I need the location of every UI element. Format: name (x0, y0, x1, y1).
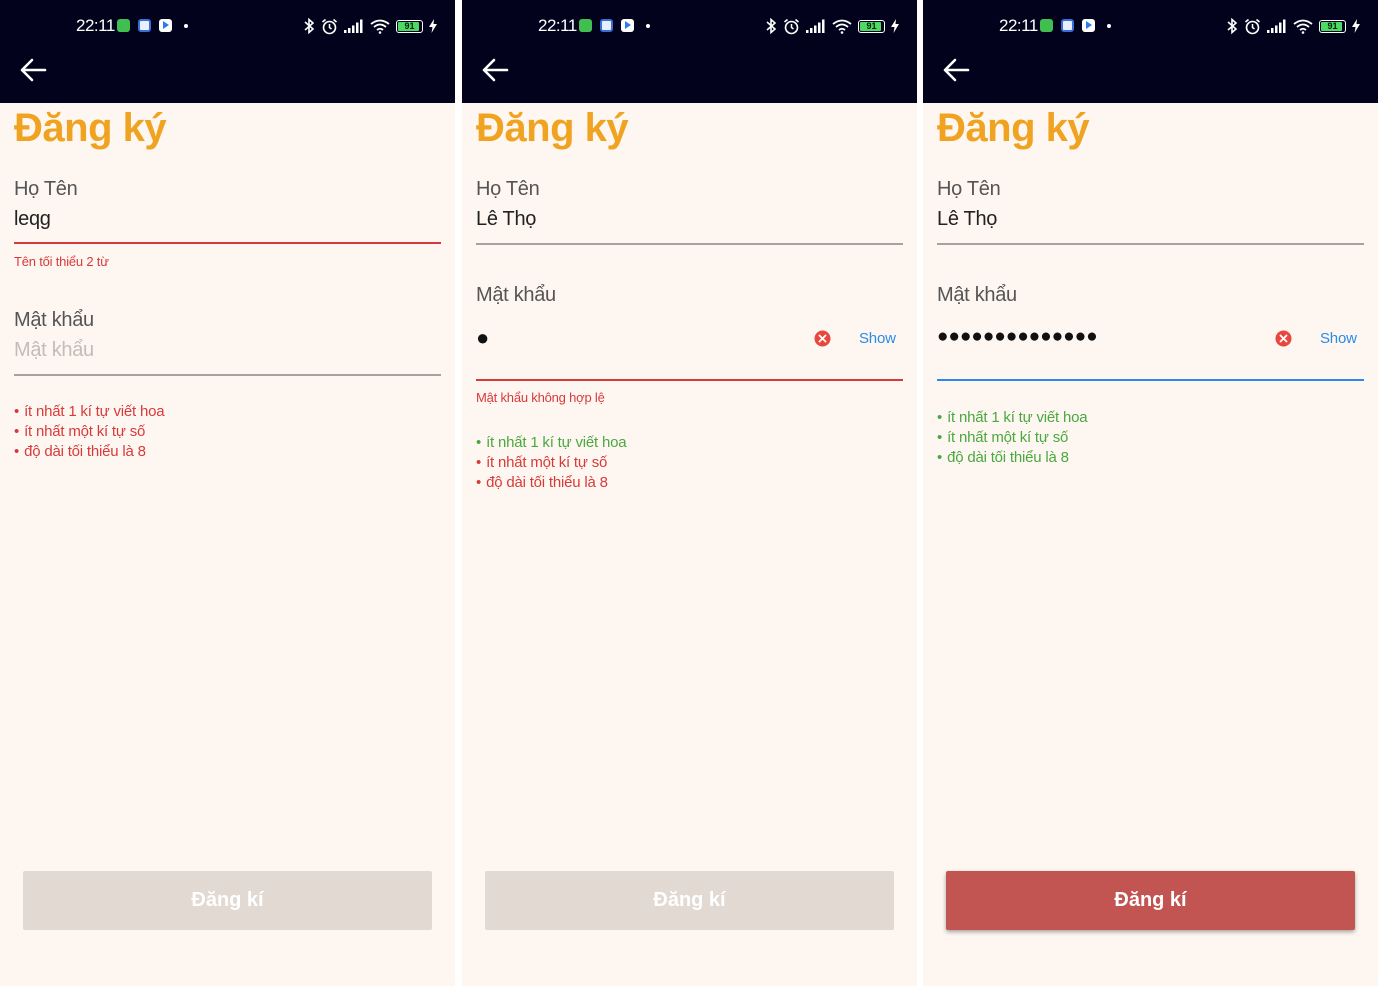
signal-icon (806, 19, 825, 33)
app-notification-icon (579, 19, 592, 32)
charging-icon (891, 19, 899, 33)
password-rules: ít nhất 1 kí tự viết hoa ít nhất một kí … (14, 402, 165, 462)
password-underline (476, 379, 903, 381)
show-password-button[interactable]: Show (859, 330, 896, 347)
status-time: 22:11 (76, 16, 115, 35)
name-label: Họ Tên (14, 178, 78, 200)
password-underline (14, 374, 441, 376)
status-time: 22:11 (538, 16, 577, 35)
back-button[interactable] (941, 56, 971, 84)
alarm-icon (783, 18, 800, 34)
password-input[interactable]: ● (476, 327, 490, 349)
register-screen-2: 22:11 91 Đăng ký Họ Tên Lê Thọ Mật khẩu … (462, 0, 917, 986)
back-button[interactable] (18, 56, 48, 84)
clear-password-icon[interactable] (1275, 330, 1292, 347)
register-button[interactable]: Đăng kí (485, 871, 894, 930)
rule-digit: ít nhất một kí tự số (14, 422, 164, 442)
bluetooth-icon (766, 17, 777, 35)
password-rules: ít nhất 1 kí tự viết hoa ít nhất một kí … (937, 408, 1088, 468)
zalo-notification-icon (1061, 19, 1074, 32)
play-store-icon (159, 19, 172, 32)
system-icons: 91 (765, 15, 899, 37)
bluetooth-icon (304, 17, 315, 35)
charging-icon (429, 19, 437, 33)
rule-length: độ dài tối thiểu là 8 (937, 448, 1087, 468)
rule-length: độ dài tối thiểu là 8 (476, 473, 626, 493)
name-error: Tên tối thiểu 2 từ (14, 254, 109, 269)
battery-icon: 91 (396, 19, 423, 33)
more-notifications-dot (1107, 24, 1111, 28)
password-label: Mật khẩu (14, 309, 94, 331)
arrow-left-icon (482, 58, 509, 82)
more-notifications-dot (184, 24, 188, 28)
play-store-icon (1082, 19, 1095, 32)
name-input[interactable]: leqg (14, 208, 51, 231)
app-notification-icon (1040, 19, 1053, 32)
status-bar: 22:11 91 (923, 0, 1378, 52)
page-title: Đăng ký (14, 106, 167, 150)
app-header: 22:11 91 (462, 0, 917, 103)
password-label: Mật khẩu (937, 284, 1017, 306)
name-input[interactable]: Lê Thọ (476, 208, 536, 231)
name-label: Họ Tên (937, 178, 1001, 200)
alarm-icon (321, 18, 338, 34)
password-error: Mật khẩu không hợp lệ (476, 390, 605, 405)
arrow-left-icon (943, 58, 970, 82)
page-title: Đăng ký (476, 106, 629, 150)
register-screen-3: 22:11 91 Đăng ký Họ Tên Lê Thọ Mật khẩu … (923, 0, 1378, 986)
password-label: Mật khẩu (476, 284, 556, 306)
name-input[interactable]: Lê Thọ (937, 208, 997, 231)
system-icons: 91 (303, 15, 437, 37)
back-button[interactable] (480, 56, 510, 84)
charging-icon (1352, 19, 1360, 33)
password-underline (937, 379, 1364, 381)
page-title: Đăng ký (937, 106, 1090, 150)
password-input[interactable]: ●●●●●●●●●●●●●● (937, 327, 1098, 346)
zalo-notification-icon (600, 19, 613, 32)
rule-length: độ dài tối thiểu là 8 (14, 442, 164, 462)
rule-digit: ít nhất một kí tự số (937, 428, 1087, 448)
wifi-icon (832, 19, 852, 34)
register-screen-1: 22:11 91 Đăng ký Họ Tên leqg Tên tối thi… (0, 0, 455, 986)
register-button[interactable]: Đăng kí (23, 871, 432, 930)
bluetooth-icon (1227, 17, 1238, 35)
rule-uppercase: ít nhất 1 kí tự viết hoa (476, 433, 627, 453)
more-notifications-dot (646, 24, 650, 28)
battery-icon: 91 (1319, 19, 1346, 33)
status-bar: 22:11 91 (462, 0, 917, 52)
rule-uppercase: ít nhất 1 kí tự viết hoa (937, 408, 1088, 428)
clear-password-icon[interactable] (814, 330, 831, 347)
system-icons: 91 (1226, 15, 1360, 37)
name-underline (476, 243, 903, 245)
battery-icon: 91 (858, 19, 885, 33)
password-rules: ít nhất 1 kí tự viết hoa ít nhất một kí … (476, 433, 627, 493)
wifi-icon (370, 19, 390, 34)
signal-icon (344, 19, 363, 33)
name-underline (937, 243, 1364, 245)
signal-icon (1267, 19, 1286, 33)
name-label: Họ Tên (476, 178, 540, 200)
app-header: 22:11 91 (923, 0, 1378, 103)
password-input[interactable]: Mật khẩu (14, 339, 94, 362)
name-underline (14, 242, 441, 244)
status-time: 22:11 (999, 16, 1038, 35)
register-button[interactable]: Đăng kí (946, 871, 1355, 930)
rule-digit: ít nhất một kí tự số (476, 453, 626, 473)
rule-uppercase: ít nhất 1 kí tự viết hoa (14, 402, 165, 422)
app-notification-icon (117, 19, 130, 32)
app-header: 22:11 91 (0, 0, 455, 103)
zalo-notification-icon (138, 19, 151, 32)
show-password-button[interactable]: Show (1320, 330, 1357, 347)
status-bar: 22:11 91 (0, 0, 455, 52)
arrow-left-icon (20, 58, 47, 82)
play-store-icon (621, 19, 634, 32)
wifi-icon (1293, 19, 1313, 34)
alarm-icon (1244, 18, 1261, 34)
